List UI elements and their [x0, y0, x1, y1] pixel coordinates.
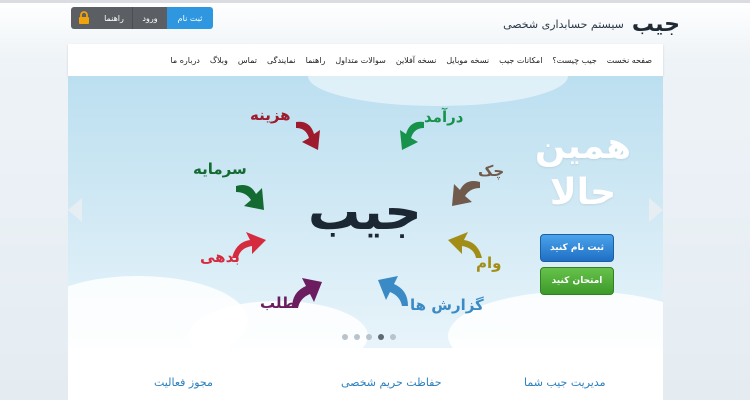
arrow-debt-icon [232, 232, 266, 258]
slider-dot[interactable] [342, 334, 348, 340]
feature-privacy-title[interactable]: حفاظت حریم شخصی [341, 376, 442, 389]
slider-dot[interactable] [354, 334, 360, 340]
login-button[interactable]: ورود [132, 7, 167, 29]
nav-what-is[interactable]: جیب چیست؟ [547, 56, 601, 65]
cloud-decoration [308, 76, 568, 106]
arrow-reports-icon [378, 276, 408, 306]
slider-dot-active[interactable] [378, 334, 384, 340]
nav-mobile[interactable]: نسخه موبایل [441, 56, 494, 65]
label-reports: گزارش ها [410, 296, 484, 314]
hero-headline-line2: حالا [549, 172, 617, 213]
hero-center-word: جیب [308, 182, 422, 242]
arrow-income-icon [400, 121, 424, 150]
nav-home[interactable]: صفحه نخست [602, 56, 657, 65]
hero-headline-line1: همین [534, 126, 632, 167]
arrow-capital-icon [236, 185, 264, 210]
nav-blog[interactable]: وبلاگ [205, 56, 233, 65]
hero-headline: همین حالا [533, 124, 633, 216]
features-section: مدیریت جیب شما حفاظت حریم شخصی مجوز فعال… [68, 348, 663, 400]
nav-about[interactable]: درباره ما [165, 56, 204, 65]
auth-bar: راهنما ورود ثبت نام [71, 7, 213, 29]
nav-agents[interactable]: نمایندگی [262, 56, 301, 65]
feature-manage-title[interactable]: مدیریت جیب شما [524, 376, 606, 389]
slider-dot[interactable] [390, 334, 396, 340]
label-expense: هزینه [250, 106, 291, 124]
site-subtitle: سیستم حسابداری شخصی [503, 18, 624, 31]
nav-guide[interactable]: راهنما [301, 56, 331, 65]
hero-slider: همین حالا ثبت نام کنید امتحان کنید جیب ه… [68, 76, 663, 348]
cta-try-button[interactable]: امتحان کنید [540, 267, 614, 295]
nav-faq[interactable]: سوالات متداول [330, 56, 391, 65]
arrow-loan-icon [448, 232, 482, 258]
slider-dot[interactable] [366, 334, 372, 340]
help-button[interactable]: راهنما [96, 7, 132, 29]
feature-license-title[interactable]: مجوز فعالیت [154, 376, 213, 389]
arrow-request-icon [292, 278, 322, 308]
site-logo[interactable]: جیب [632, 12, 680, 37]
slider-pagination [342, 334, 396, 340]
main-nav: صفحه نخست جیب چیست؟ امکانات جیب نسخه موب… [68, 44, 663, 76]
top-divider [0, 0, 750, 3]
signup-button[interactable]: ثبت نام [167, 7, 213, 29]
nav-offline[interactable]: نسخه آفلاین [391, 56, 442, 65]
nav-contact[interactable]: تماس [233, 56, 262, 65]
arrow-check-icon [452, 181, 480, 206]
nav-features[interactable]: امکانات جیب [494, 56, 547, 65]
site-brand[interactable]: جیب سیستم حسابداری شخصی [503, 12, 680, 37]
cta-signup-button[interactable]: ثبت نام کنید [540, 234, 614, 262]
arrow-expense-icon [296, 121, 320, 150]
lock-icon [71, 7, 96, 29]
